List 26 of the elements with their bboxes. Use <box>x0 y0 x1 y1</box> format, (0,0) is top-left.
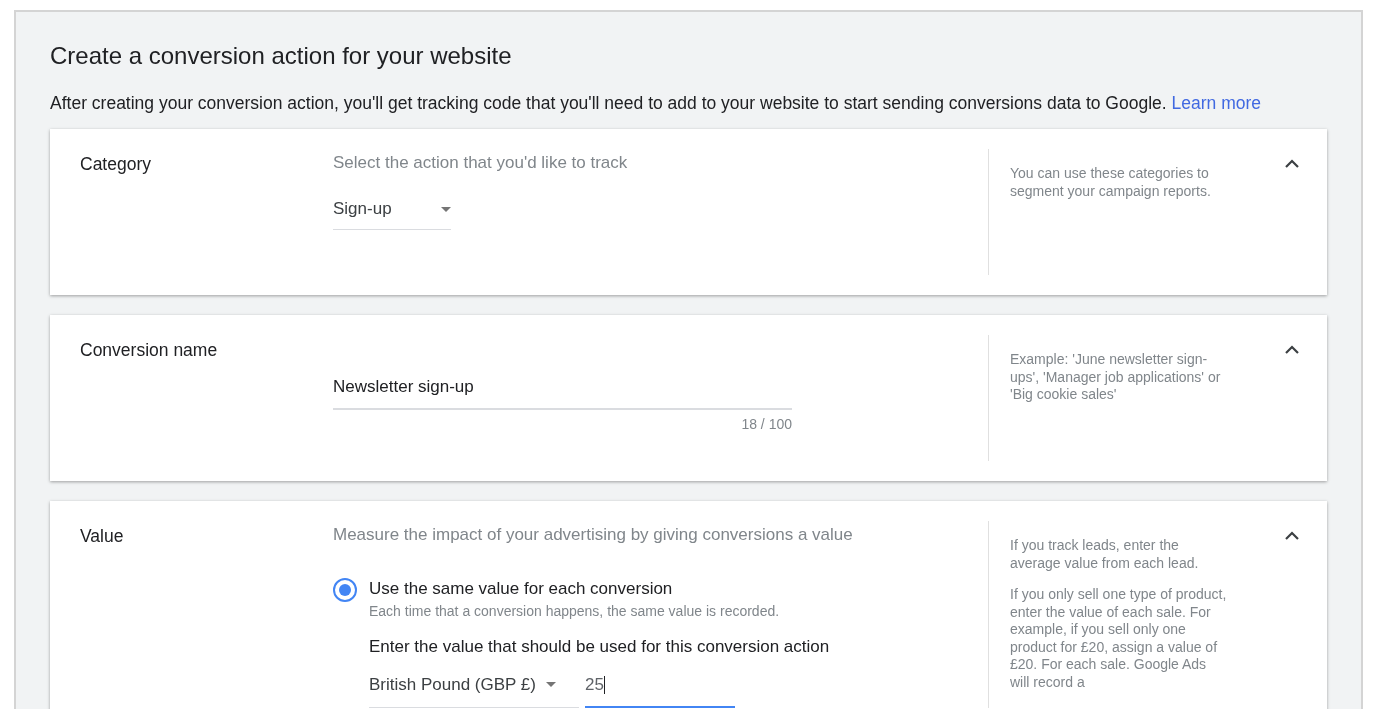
section-label: Category <box>80 153 152 176</box>
currency-dropdown[interactable]: British Pound (GBP £) <box>369 671 579 708</box>
page-title: Create a conversion action for your website <box>50 41 513 71</box>
conversion-name-field[interactable]: Newsletter sign-up <box>333 374 792 410</box>
section-label: Conversion name <box>80 339 219 362</box>
value-entry-label: Enter the value that should be used for this conversion action <box>369 636 830 658</box>
help-text: If you track leads, enter the average value from each lead. <box>1010 537 1200 572</box>
dropdown-caret-icon <box>545 681 556 687</box>
section-prompt: Measure the impact of your advertising by giving conversions a value <box>333 524 854 546</box>
section-prompt: Select the action that you'd like to track <box>333 152 629 174</box>
help-text: If you only sell one type of product, enter the value of each sale. For example, if you sell only one product for £20, assign a value of £20. For each sale. Google Ads will record a <box>1010 586 1228 691</box>
chevron-up-icon <box>1285 530 1299 540</box>
help-text: You can use these categories to segment your campaign reports. <box>1010 165 1212 200</box>
radio-hint: Each time that a conversion happens, the same value is recorded. <box>369 602 781 621</box>
character-counter: 18 / 100 <box>741 414 792 434</box>
help-text: Example: 'June newsletter sign-ups', 'Manager job applications' or 'Big cookie sales' <box>1010 351 1222 404</box>
intro-text: After creating your conversion action, you'll get tracking code that you'll need to add to your website to start sending conversions data to Google. Learn more <box>50 92 1262 115</box>
radio-button[interactable] <box>333 577 357 602</box>
chevron-up-icon <box>1285 344 1299 354</box>
value-input-field[interactable]: 25 <box>585 671 735 708</box>
radio-label: Use the same value for each conversion <box>369 577 674 600</box>
section-label: Value <box>80 525 125 548</box>
category-dropdown[interactable]: Sign-up <box>333 197 451 230</box>
dropdown-caret-icon <box>441 206 451 212</box>
chevron-up-icon <box>1285 158 1299 168</box>
learn-more-link[interactable]: Learn more <box>1171 93 1261 113</box>
